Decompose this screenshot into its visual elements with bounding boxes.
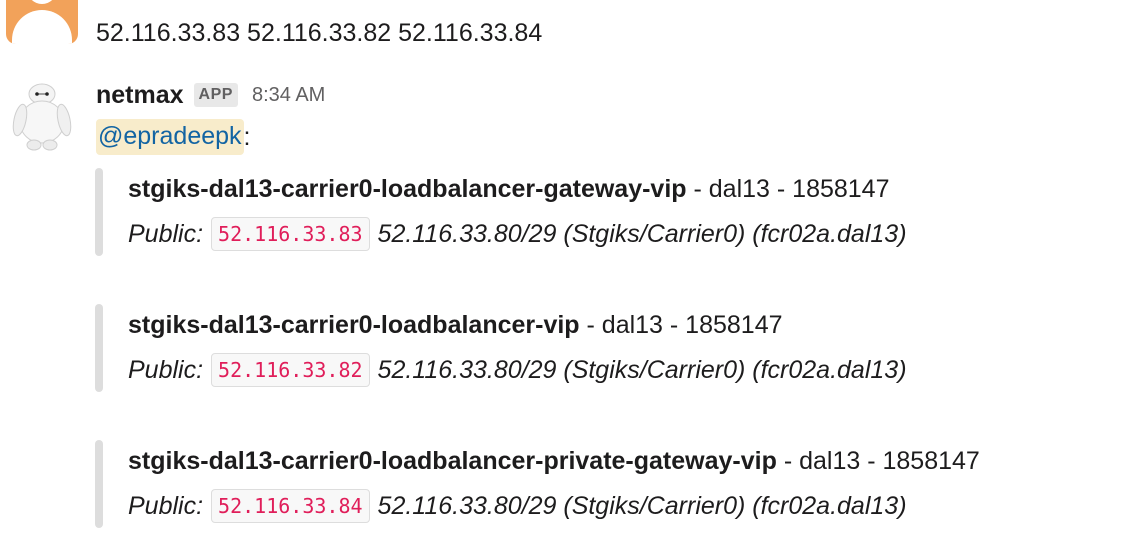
slack-message-view: 52.116.33.83 52.116.33.82 52.116.33.84 n… xyxy=(0,0,1121,537)
user-silhouette-icon[interactable] xyxy=(6,0,78,44)
attachment-title: stgiks-dal13-carrier0-loadbalancer-priva… xyxy=(128,444,980,478)
ip-address-code: 52.116.33.83 xyxy=(211,217,370,251)
attachment-meta: - dal13 - 1858147 xyxy=(776,447,980,475)
attachment-color-bar xyxy=(95,304,103,392)
subnet-details: 52.116.33.80/29 (Stgiks/Carrier0) (fcr02… xyxy=(377,219,907,248)
subnet-details: 52.116.33.80/29 (Stgiks/Carrier0) (fcr02… xyxy=(377,491,907,520)
attachment-title: stgiks-dal13-carrier0-loadbalancer-gatew… xyxy=(128,172,890,206)
avatar-shoulders xyxy=(12,10,72,44)
attachment-resource-name: stgiks-dal13-carrier0-loadbalancer-priva… xyxy=(128,447,777,475)
white-robot-avatar-icon[interactable] xyxy=(8,80,76,152)
public-label: Public: xyxy=(128,219,204,248)
public-label: Public: xyxy=(128,355,204,384)
attachment-detail: Public: 52.116.33.83 52.116.33.80/29 (St… xyxy=(128,216,907,252)
ip-address-code: 52.116.33.82 xyxy=(211,353,370,387)
attachment-resource-name: stgiks-dal13-carrier0-loadbalancer-vip xyxy=(128,311,580,339)
ip-address-code: 52.116.33.84 xyxy=(211,489,370,523)
attachment-color-bar xyxy=(95,440,103,528)
previous-message-text: 52.116.33.83 52.116.33.82 52.116.33.84 xyxy=(96,19,543,47)
robot-avatar-graphic xyxy=(12,83,72,151)
sender-name[interactable]: netmax xyxy=(96,81,184,110)
avatar-head xyxy=(27,0,57,4)
attachment-card: stgiks-dal13-carrier0-loadbalancer-gatew… xyxy=(95,168,1105,256)
attachment-title: stgiks-dal13-carrier0-loadbalancer-vip -… xyxy=(128,308,783,342)
attachment-detail: Public: 52.116.33.82 52.116.33.80/29 (St… xyxy=(128,352,907,388)
message-header: netmax APP 8:34 AM xyxy=(96,78,325,112)
attachment-color-bar xyxy=(95,168,103,256)
app-badge: APP xyxy=(193,83,238,107)
attachment-meta: - dal13 - 1858147 xyxy=(686,175,890,203)
attachment-card: stgiks-dal13-carrier0-loadbalancer-vip -… xyxy=(95,304,1105,392)
user-mention[interactable]: @epradeepk xyxy=(96,119,244,155)
mention-colon: : xyxy=(243,122,251,151)
attachment-meta: - dal13 - 1858147 xyxy=(579,311,783,339)
message-timestamp[interactable]: 8:34 AM xyxy=(252,84,325,107)
mention-line: @epradeepk: xyxy=(96,116,250,158)
attachment-card: stgiks-dal13-carrier0-loadbalancer-priva… xyxy=(95,440,1105,528)
public-label: Public: xyxy=(128,491,204,520)
attachment-resource-name: stgiks-dal13-carrier0-loadbalancer-gatew… xyxy=(128,175,687,203)
attachment-detail: Public: 52.116.33.84 52.116.33.80/29 (St… xyxy=(128,488,907,524)
subnet-details: 52.116.33.80/29 (Stgiks/Carrier0) (fcr02… xyxy=(377,355,907,384)
